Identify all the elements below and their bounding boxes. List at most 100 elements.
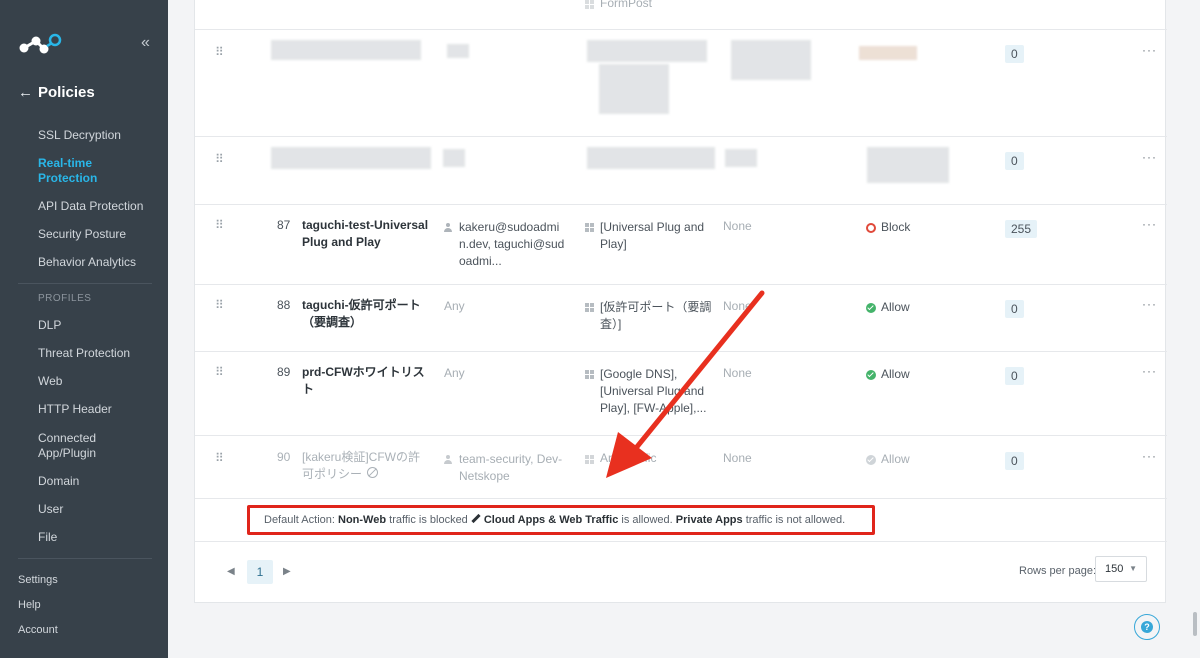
rule-name[interactable]: taguchi-仮許可ポート（要調査） [302, 297, 427, 331]
allow-check-icon [866, 303, 876, 313]
redacted-source [443, 149, 465, 167]
allow-check-icon [866, 370, 876, 380]
drag-handle-icon[interactable]: ⠿ [215, 364, 224, 381]
nav-account[interactable]: Account [18, 624, 58, 636]
table-row: FormPost [195, 0, 1167, 30]
rows-per-page-select[interactable]: 150 ▼ [1095, 556, 1147, 582]
netskope-logo-icon[interactable] [18, 32, 62, 58]
edit-pencil-icon[interactable] [471, 513, 481, 524]
nav-help[interactable]: Help [18, 599, 41, 611]
nav-real-time-protection[interactable]: Real-time Protection [38, 156, 118, 186]
app-icon [585, 303, 594, 312]
nav-behavior-analytics[interactable]: Behavior Analytics [38, 255, 163, 270]
collapse-sidebar-icon[interactable]: « [141, 34, 150, 52]
nav-dlp[interactable]: DLP [38, 318, 163, 333]
redacted-destination [587, 147, 715, 169]
action-label: Block [881, 220, 911, 234]
table-row[interactable]: ⠿ 0 ··· [195, 30, 1167, 137]
drag-handle-icon[interactable]: ⠿ [215, 450, 224, 467]
table-row[interactable]: ⠿ 89 prd-CFWホワイトリスト Any [Google DNS], [U… [195, 352, 1167, 436]
redacted-action [859, 46, 917, 60]
nav-security-posture[interactable]: Security Posture [38, 227, 163, 242]
policy-table: FormPost ⠿ 0 ··· ⠿ 0 ··· ⠿ 87 taguchi-te… [194, 0, 1167, 603]
table-row[interactable]: ⠿ 87 taguchi-test-Universal Plug and Pla… [195, 205, 1167, 285]
hit-count-badge: 255 [1005, 220, 1038, 238]
nav-domain[interactable]: Domain [38, 474, 163, 489]
app-icon [585, 223, 594, 232]
hit-count-badge: 0 [1005, 367, 1024, 385]
drag-handle-icon[interactable]: ⠿ [215, 297, 224, 314]
main-content: FormPost ⠿ 0 ··· ⠿ 0 ··· ⠿ 87 taguchi-te… [168, 0, 1200, 658]
nav-file[interactable]: File [38, 530, 163, 545]
row-menu-icon[interactable]: ··· [1142, 217, 1157, 231]
nav-web[interactable]: Web [38, 374, 163, 389]
app-icon [585, 0, 594, 9]
scrollbar-thumb[interactable] [1193, 612, 1197, 636]
block-icon [866, 223, 876, 233]
destination-text: FormPost [600, 0, 653, 10]
next-page-icon[interactable]: ▶ [283, 566, 291, 577]
source-users: team-security, Dev-Netskope [459, 452, 563, 483]
help-button[interactable]: ? [1134, 614, 1160, 640]
sidebar: « ← Policies SSL Decryption Real-time Pr… [0, 0, 168, 658]
action-label: Allow [881, 452, 910, 466]
row-menu-icon[interactable]: ··· [1142, 449, 1157, 463]
redacted-destination [599, 64, 669, 114]
row-menu-icon[interactable]: ··· [1142, 297, 1157, 311]
user-icon [444, 455, 452, 464]
row-menu-icon[interactable]: ··· [1142, 364, 1157, 378]
redacted-profile [725, 149, 757, 167]
app-icon [585, 370, 594, 379]
redacted-name [271, 40, 421, 60]
table-row[interactable]: ⠿ 88 taguchi-仮許可ポート（要調査） Any [仮許可ポート（要調査… [195, 285, 1167, 352]
profile-value: None [723, 366, 752, 380]
private-apps-label: Private Apps [675, 514, 743, 526]
table-row[interactable]: ⠿ 90 [kakeru検証]CFWの許可ポリシー team-security,… [195, 436, 1167, 499]
rule-name[interactable]: prd-CFWホワイトリスト [302, 364, 427, 398]
nav-user[interactable]: User [38, 502, 163, 517]
private-apps-text: traffic is not allowed. [742, 514, 846, 526]
help-icon: ? [1141, 621, 1153, 633]
rule-name[interactable]: taguchi-test-Universal Plug and Play [302, 217, 432, 251]
rows-per-page-value: 150 [1105, 563, 1124, 575]
destination-apps: [Universal Plug and Play] [600, 220, 705, 251]
page-1-button[interactable]: 1 [247, 560, 273, 584]
rule-number: 89 [277, 365, 291, 379]
nav-settings[interactable]: Settings [18, 574, 58, 586]
redacted-source [447, 44, 469, 58]
row-menu-icon[interactable]: ··· [1142, 43, 1157, 57]
pagination: ◀ 1 ▶ Rows per page: 150 ▼ [195, 541, 1167, 602]
default-action-bar: Default Action: Non-Web traffic is block… [247, 505, 875, 535]
destination-apps: [仮許可ポート（要調査）] [600, 300, 712, 331]
nav-http-header[interactable]: HTTP Header [38, 402, 163, 417]
prev-page-icon[interactable]: ◀ [227, 566, 235, 577]
allow-check-icon [866, 455, 876, 465]
back-arrow-icon[interactable]: ← [18, 84, 33, 101]
drag-handle-icon[interactable]: ⠿ [215, 151, 224, 168]
nav-ssl-decryption[interactable]: SSL Decryption [38, 128, 163, 143]
rule-name[interactable]: [kakeru検証]CFWの許可ポリシー [302, 449, 427, 483]
divider [18, 558, 152, 559]
nav-threat-protection[interactable]: Threat Protection [38, 346, 163, 361]
redacted-destination [587, 40, 707, 62]
source-users: kakeru@sudoadmin.dev, taguchi@sudoadmi..… [459, 220, 565, 268]
drag-handle-icon[interactable]: ⠿ [215, 44, 224, 61]
profile-value: None [723, 451, 752, 465]
destination-apps: Any Traffic [600, 451, 657, 465]
hit-count-badge: 0 [1005, 452, 1024, 470]
table-row[interactable]: ⠿ 0 ··· [195, 137, 1167, 205]
app-icon [585, 455, 594, 464]
drag-handle-icon[interactable]: ⠿ [215, 217, 224, 234]
nav-connected-app-plugin[interactable]: Connected App/Plugin [38, 431, 118, 461]
action-label: Allow [881, 367, 910, 381]
redacted-name [271, 147, 431, 169]
chevron-down-icon: ▼ [1129, 564, 1137, 573]
scrollbar[interactable] [1192, 0, 1198, 658]
disabled-icon [367, 467, 378, 478]
nav-api-data-protection[interactable]: API Data Protection [38, 199, 163, 214]
action-label: Allow [881, 300, 910, 314]
hit-count-badge: 0 [1005, 45, 1024, 63]
row-menu-icon[interactable]: ··· [1142, 150, 1157, 164]
default-action-prefix: Default Action: [264, 514, 338, 526]
rows-per-page-label: Rows per page: [1019, 565, 1097, 577]
